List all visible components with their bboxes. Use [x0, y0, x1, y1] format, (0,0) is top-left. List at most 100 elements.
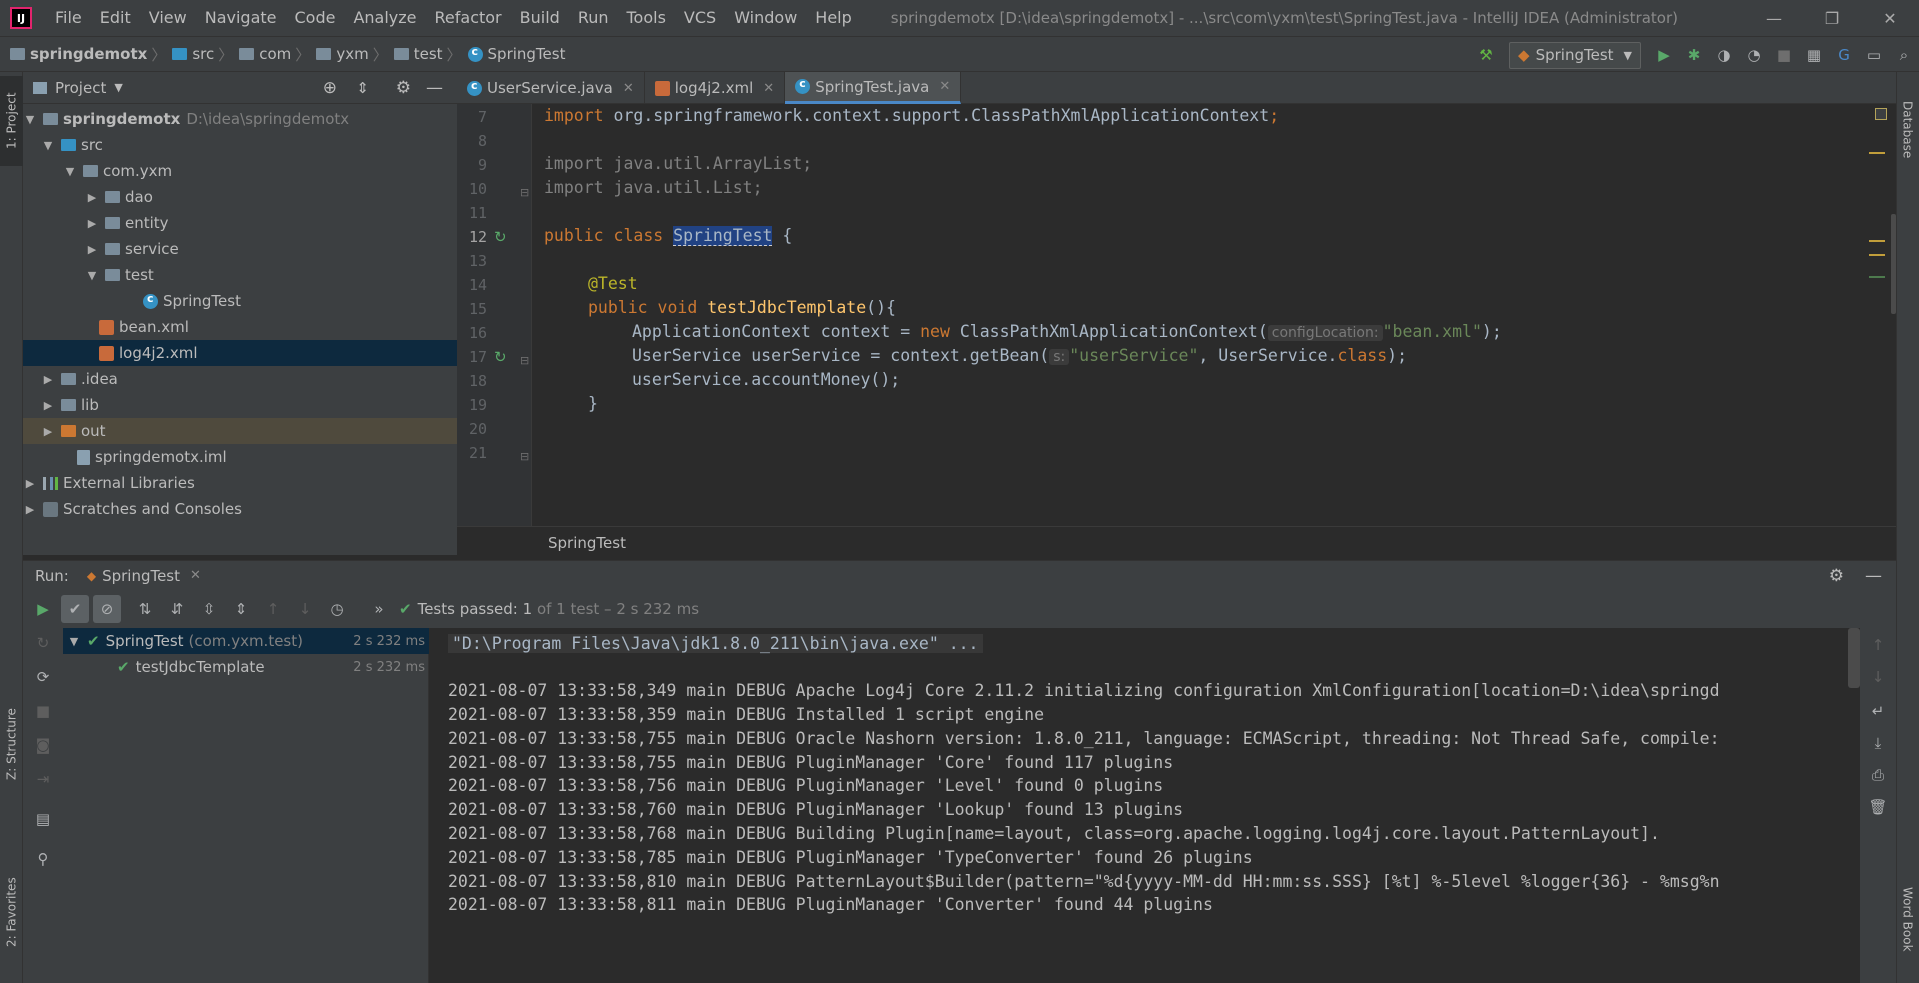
change-marker[interactable]	[1869, 276, 1885, 278]
stop-icon[interactable]: ■	[28, 696, 58, 726]
tree-item-bean-xml[interactable]: bean.xml	[23, 314, 457, 340]
expanded-arrow-icon[interactable]: ▼	[63, 165, 77, 178]
hide-panel-icon[interactable]: —	[426, 78, 443, 98]
export-icon[interactable]: ⇥	[28, 764, 58, 794]
menu-navigate[interactable]: Navigate	[196, 0, 286, 36]
menu-refactor[interactable]: Refactor	[426, 0, 511, 36]
soft-wrap-icon[interactable]: ↵	[1863, 696, 1893, 726]
down-stack-icon[interactable]: ↓	[1863, 662, 1893, 692]
collapse-all-icon[interactable]: ⇕	[227, 595, 255, 623]
tree-item-lib[interactable]: ▶ lib	[23, 392, 457, 418]
breadcrumb-yxm[interactable]: yxm 〉	[316, 44, 393, 65]
rerun-failed-icon[interactable]: ↻	[28, 628, 58, 658]
console-scrollbar-thumb[interactable]	[1848, 628, 1860, 688]
show-passed-icon[interactable]: ✔	[61, 595, 89, 623]
close-tab-icon[interactable]: ✕	[623, 81, 634, 96]
build-hammer-icon[interactable]: ⚒	[1471, 40, 1501, 70]
expanded-arrow-icon[interactable]: ▼	[67, 635, 81, 648]
editor-error-stripe[interactable]	[1865, 104, 1896, 526]
test-suite-row[interactable]: ▼ ✔ SpringTest (com.yxm.test) 2 s 232 ms	[63, 628, 429, 654]
warning-marker[interactable]	[1869, 240, 1885, 242]
hide-panel-icon[interactable]: —	[1865, 566, 1882, 586]
breadcrumb-project[interactable]: springdemotx 〉	[10, 44, 172, 65]
run-test-gutter-icon[interactable]: ↻	[494, 228, 507, 246]
tree-item-scratches[interactable]: ▶ Scratches and Consoles	[23, 496, 457, 522]
close-tab-icon[interactable]: ✕	[763, 81, 774, 96]
warning-marker[interactable]	[1869, 152, 1885, 154]
menu-analyze[interactable]: Analyze	[344, 0, 425, 36]
close-tab-icon[interactable]: ✕	[190, 568, 201, 583]
menu-edit[interactable]: Edit	[91, 0, 140, 36]
collapsed-arrow-icon[interactable]: ▶	[85, 217, 99, 230]
intellij-logo-icon[interactable]: IJ	[10, 7, 32, 29]
layout-icon[interactable]: ▤	[28, 804, 58, 834]
menu-window[interactable]: Window	[725, 0, 806, 36]
gear-icon[interactable]: ⚙	[396, 78, 411, 98]
tree-item-log4j2-xml[interactable]: log4j2.xml	[23, 340, 457, 366]
scrollbar-thumb[interactable]	[1891, 214, 1896, 314]
pin-icon[interactable]: ⚲	[28, 844, 58, 874]
run-test-gutter-icon[interactable]: ↻	[494, 348, 507, 366]
close-tab-icon[interactable]: ✕	[939, 79, 950, 94]
menu-file[interactable]: File	[46, 0, 91, 36]
code-editor[interactable]: import org.springframework.context.suppo…	[532, 104, 1865, 526]
breadcrumb-test[interactable]: test 〉	[393, 44, 468, 65]
menu-run[interactable]: Run	[569, 0, 618, 36]
next-failed-icon[interactable]: ↓	[291, 595, 319, 623]
gear-icon[interactable]: ⚙	[1829, 566, 1844, 586]
tree-item-idea[interactable]: ▶ .idea	[23, 366, 457, 392]
sort-alphabetically-icon[interactable]: ⇅	[131, 595, 159, 623]
console-output[interactable]: "D:\Program Files\Java\jdk1.8.0_211\bin\…	[429, 628, 1860, 973]
breadcrumb-com[interactable]: com 〉	[239, 44, 316, 65]
breadcrumb-src[interactable]: src 〉	[172, 44, 239, 65]
menu-tools[interactable]: Tools	[618, 0, 675, 36]
more-actions-icon[interactable]: »	[365, 595, 393, 623]
collapse-all-icon[interactable]: ⇕	[356, 79, 369, 97]
test-method-row[interactable]: ✔ testJdbcTemplate 2 s 232 ms	[63, 654, 429, 680]
stop-icon[interactable]: ■	[1769, 40, 1799, 70]
close-window-icon[interactable]: ✕	[1861, 0, 1919, 36]
rerun-icon[interactable]: ▶	[29, 595, 57, 623]
scroll-to-end-icon[interactable]: ⤓	[1863, 728, 1893, 758]
menu-build[interactable]: Build	[511, 0, 569, 36]
locate-target-icon[interactable]: ⊕	[323, 78, 337, 98]
camera-icon[interactable]: ◙	[28, 730, 58, 760]
collapsed-arrow-icon[interactable]: ▶	[41, 425, 55, 438]
translate-icon[interactable]: G	[1829, 40, 1859, 70]
fold-icon[interactable]: ⊟	[520, 450, 529, 463]
collapsed-arrow-icon[interactable]: ▶	[41, 399, 55, 412]
tree-item-test[interactable]: ▼ test	[23, 262, 457, 288]
tab-springtest-java[interactable]: SpringTest.java ✕	[785, 72, 962, 104]
tree-item-out[interactable]: ▶ out	[23, 418, 457, 444]
editor-breadcrumb-springtest[interactable]: SpringTest	[548, 534, 626, 552]
chevron-down-icon[interactable]: ▼	[114, 81, 122, 94]
tab-project-toolwindow[interactable]: 1: Project	[0, 76, 23, 166]
tab-log4j2-xml[interactable]: log4j2.xml ✕	[645, 72, 786, 104]
fold-icon[interactable]: ⊟	[520, 354, 529, 367]
menu-code[interactable]: Code	[286, 0, 345, 36]
trash-icon[interactable]: 🗑	[1863, 792, 1893, 822]
tree-item-springdemotx[interactable]: ▼ springdemotx D:\idea\springdemotx	[23, 106, 457, 132]
debug-icon[interactable]: ✱	[1679, 40, 1709, 70]
run-configuration-select[interactable]: ◆ SpringTest ▼	[1509, 41, 1641, 69]
tree-item-com-yxm[interactable]: ▼ com.yxm	[23, 158, 457, 184]
show-ignored-icon[interactable]: ⊘	[93, 595, 121, 623]
tab-structure-toolwindow[interactable]: Z: Structure	[0, 692, 23, 797]
expand-all-icon[interactable]: ⇳	[195, 595, 223, 623]
collapsed-arrow-icon[interactable]: ▶	[85, 243, 99, 256]
tab-favorites-toolwindow[interactable]: 2: Favorites	[0, 857, 23, 967]
tab-userservice-java[interactable]: UserService.java ✕	[457, 72, 645, 104]
run-tab-springtest[interactable]: ◆ SpringTest ✕	[87, 567, 201, 585]
collapsed-arrow-icon[interactable]: ▶	[41, 373, 55, 386]
run-icon[interactable]: ▶	[1649, 40, 1679, 70]
expanded-arrow-icon[interactable]: ▼	[85, 269, 99, 282]
tree-item-src[interactable]: ▼ src	[23, 132, 457, 158]
warning-marker[interactable]	[1869, 254, 1885, 256]
collapsed-arrow-icon[interactable]: ▶	[85, 191, 99, 204]
breadcrumb-springtest[interactable]: SpringTest	[467, 45, 565, 63]
search-icon[interactable]: ⌕	[1889, 40, 1919, 70]
window-layout-icon[interactable]: ▭	[1859, 40, 1889, 70]
sort-by-duration-icon[interactable]: ⇵	[163, 595, 191, 623]
fold-icon[interactable]: ⊟	[520, 186, 529, 199]
tree-item-entity[interactable]: ▶ entity	[23, 210, 457, 236]
